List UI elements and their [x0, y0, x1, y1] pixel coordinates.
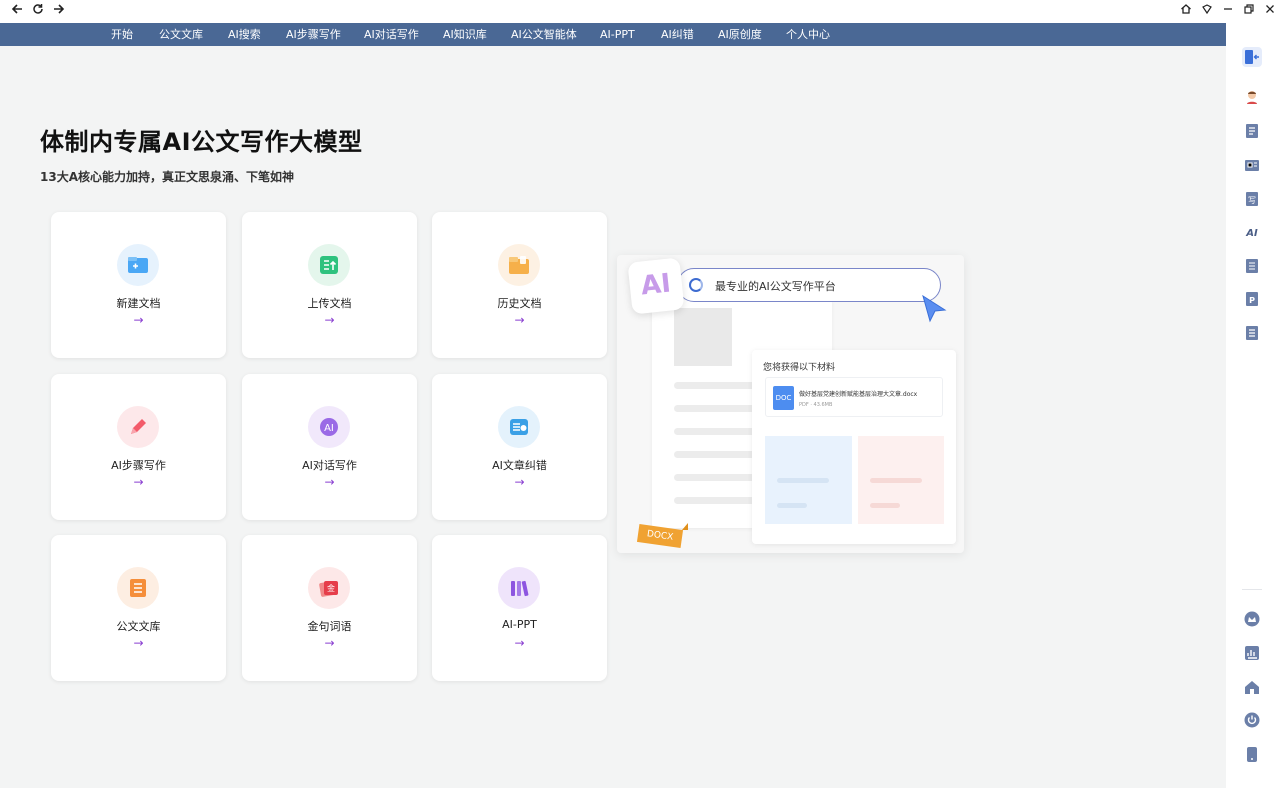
card-label: AI文章纠错	[492, 459, 547, 472]
reload-icon[interactable]	[29, 3, 47, 21]
sidebar-divider	[1242, 589, 1262, 590]
restore-icon[interactable]	[1240, 3, 1258, 21]
preview-line	[777, 503, 807, 508]
card-golden-quotes[interactable]: 金 金句词语 →	[242, 535, 417, 681]
doc-file-icon: DOC	[773, 386, 794, 410]
arrow-right-icon: →	[514, 636, 525, 650]
card-ai-chat-writing[interactable]: AI AI对话写作 →	[242, 374, 417, 520]
svg-text:写: 写	[1248, 196, 1256, 205]
nav-item-ai-proofread[interactable]: AI纠错	[661, 23, 694, 46]
ai-badge-text: AI	[639, 268, 673, 302]
material-file-name: 做好基层党建创新赋能基层治理大文章.docx	[799, 391, 918, 398]
preview-line	[777, 478, 829, 483]
document-icon[interactable]	[1244, 123, 1260, 139]
minimize-icon[interactable]	[1219, 3, 1237, 21]
nav-item-ai-step-writing[interactable]: AI步骤写作	[286, 23, 341, 46]
illustration-image-placeholder	[674, 308, 732, 366]
phone-icon[interactable]	[1244, 746, 1260, 762]
materials-title: 您将获得以下材料	[763, 363, 836, 373]
home-icon[interactable]	[1177, 3, 1195, 21]
docx-tag-fold	[682, 523, 688, 530]
power-icon[interactable]	[1244, 712, 1260, 728]
svg-text:AI: AI	[1245, 228, 1258, 239]
card-history-document[interactable]: 历史文档 →	[432, 212, 607, 358]
arrow-right-icon: →	[133, 636, 144, 650]
golden-quote-icon: 金	[308, 567, 350, 609]
top-nav-bar: 开始 公文文库 AI搜索 AI步骤写作 AI对话写作 AI知识库 AI公文智能体…	[0, 23, 1226, 46]
card-label: 历史文档	[497, 297, 542, 310]
nav-item-library[interactable]: 公文文库	[159, 23, 203, 46]
card-label: AI-PPT	[502, 618, 537, 631]
sidebar-toggle-icon[interactable]	[1241, 46, 1263, 68]
pen-icon	[117, 406, 159, 448]
loading-ring-icon	[689, 278, 703, 292]
close-icon[interactable]	[1261, 3, 1279, 21]
upload-document-icon	[308, 244, 350, 286]
write-icon[interactable]: 写	[1244, 191, 1260, 207]
nav-item-ai-knowledge[interactable]: AI知识库	[443, 23, 487, 46]
arrow-right-icon: →	[133, 313, 144, 327]
card-label: 上传文档	[307, 297, 352, 310]
svg-text:AI: AI	[324, 423, 334, 434]
card-label: AI步骤写作	[111, 459, 166, 472]
card-ai-proofread[interactable]: AI文章纠错 →	[432, 374, 607, 520]
nav-item-ai-chat-writing[interactable]: AI对话写作	[364, 23, 419, 46]
preview-line	[870, 503, 900, 508]
arrow-right-icon: →	[514, 313, 525, 327]
card-new-document[interactable]: 新建文档 →	[51, 212, 226, 358]
ppt-icon	[498, 567, 540, 609]
user-avatar-icon[interactable]	[1244, 89, 1260, 105]
history-folder-icon	[498, 244, 540, 286]
news-icon[interactable]	[1244, 157, 1260, 173]
ai-chat-icon: AI	[308, 406, 350, 448]
forward-arrow-icon[interactable]	[50, 3, 68, 21]
nav-item-ai-originality[interactable]: AI原创度	[718, 23, 762, 46]
bottom-edge	[0, 788, 1281, 800]
card-ai-step-writing[interactable]: AI步骤写作 →	[51, 374, 226, 520]
book-icon[interactable]	[1244, 258, 1260, 274]
arrow-right-icon: →	[324, 313, 335, 327]
library-icon	[117, 567, 159, 609]
crown-icon[interactable]	[1244, 611, 1260, 627]
nav-item-profile[interactable]: 个人中心	[786, 23, 830, 46]
material-file-meta: PDF · 43.6MB	[799, 402, 833, 408]
card-label: 新建文档	[116, 297, 161, 310]
shield-icon[interactable]	[1198, 3, 1216, 21]
nav-item-ai-agent[interactable]: AI公文智能体	[511, 23, 577, 46]
list-icon[interactable]	[1244, 325, 1260, 341]
ppt-icon[interactable]: P	[1244, 291, 1260, 307]
back-arrow-icon[interactable]	[8, 3, 26, 21]
material-file-item: DOC 做好基层党建创新赋能基层治理大文章.docx PDF · 43.6MB	[765, 377, 943, 417]
new-document-icon	[117, 244, 159, 286]
arrow-right-icon: →	[324, 636, 335, 650]
ai-icon[interactable]: AI	[1244, 224, 1260, 240]
card-document-library[interactable]: 公文文库 →	[51, 535, 226, 681]
proofread-icon	[498, 406, 540, 448]
card-label: 公文文库	[116, 620, 161, 633]
page-subtitle: 13大A核心能力加持，真正文思泉涌、下笔如神	[40, 170, 294, 184]
illustration-search-bar: 最专业的AI公文写作平台	[677, 268, 941, 302]
card-ai-ppt[interactable]: AI-PPT →	[432, 535, 607, 681]
arrow-right-icon: →	[133, 475, 144, 489]
browser-toolbar	[0, 0, 1281, 23]
card-label: AI对话写作	[302, 459, 357, 472]
card-label: 金句词语	[307, 620, 352, 633]
arrow-right-icon: →	[324, 475, 335, 489]
nav-item-start[interactable]: 开始	[111, 23, 133, 46]
preview-line	[870, 478, 922, 483]
cursor-pointer-icon	[922, 295, 947, 323]
nav-item-ai-ppt[interactable]: AI-PPT	[600, 23, 635, 46]
svg-text:P: P	[1249, 296, 1255, 305]
svg-text:金: 金	[327, 583, 335, 593]
chart-icon[interactable]	[1244, 645, 1260, 661]
arrow-right-icon: →	[514, 475, 525, 489]
nav-item-ai-search[interactable]: AI搜索	[228, 23, 261, 46]
ai-badge: AI	[627, 257, 685, 315]
card-upload-document[interactable]: 上传文档 →	[242, 212, 417, 358]
page-title: 体制内专属AI公文写作大模型	[40, 128, 363, 156]
home-icon[interactable]	[1244, 679, 1260, 695]
search-bar-text: 最专业的AI公文写作平台	[715, 280, 836, 293]
